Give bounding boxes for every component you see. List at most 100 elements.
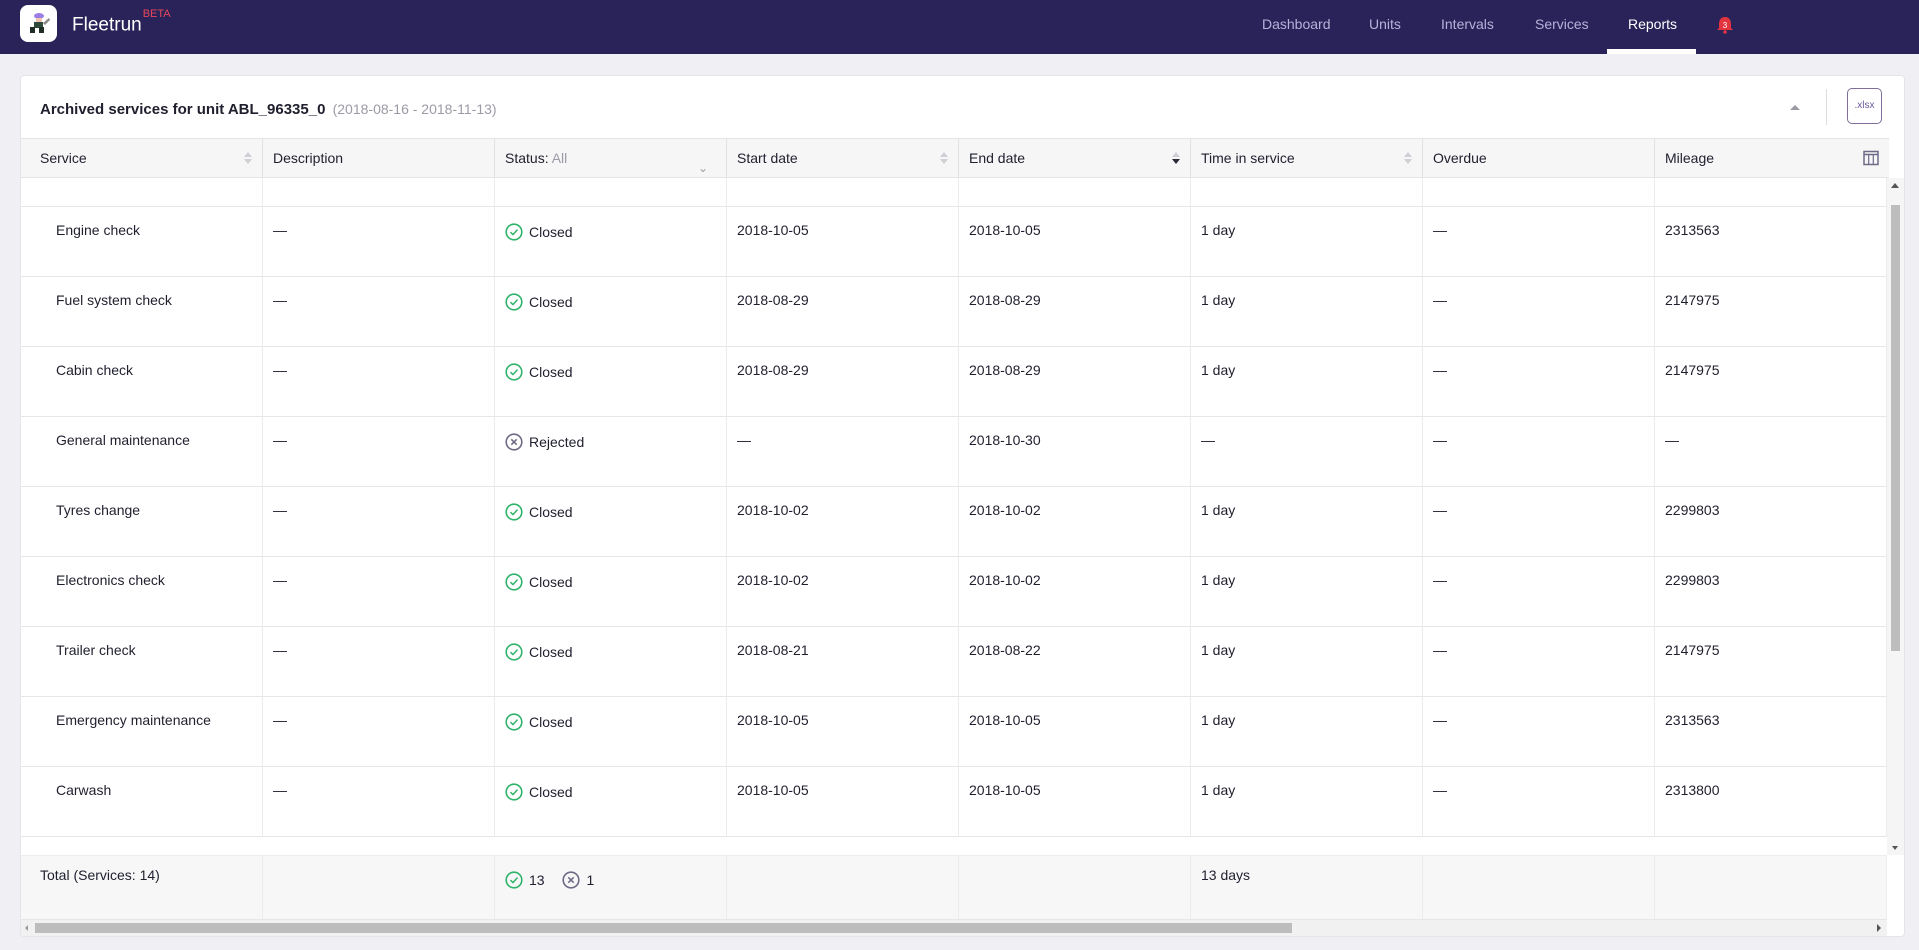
time-cell: 1 day [1191,178,1423,207]
start-cell: 2018-10-05 [727,767,959,837]
sort-icon[interactable] [1404,152,1412,166]
status-label: Rejected [529,434,585,450]
scroll-left-arrow[interactable] [25,925,28,931]
table-row[interactable]: Carwash — Closed 2018-10-05 2018-10-05 1 day —… [21,767,1887,837]
service-cell: Emergency maintenance [21,697,263,767]
column-header-end-date[interactable]: End date [959,139,1191,178]
closed-check-icon [505,503,523,521]
nav-intervals[interactable]: Intervals [1441,16,1494,32]
table-row[interactable]: Tyres change — Closed 2018-10-02 2018-10-02 1… [21,487,1887,557]
time-cell: 1 day [1191,277,1423,347]
columns-icon [1863,150,1879,166]
notifications-button[interactable]: 3 [1715,15,1735,35]
end-cell: 2018-10-02 [959,487,1191,557]
footer-start-cell [727,856,959,920]
end-value: 2018-10-05 [969,782,1041,798]
closed-check-icon [505,293,523,311]
scrollbar-thumb[interactable] [1891,205,1900,651]
table-row[interactable]: Fuel system check — Closed 2018-08-29 2018-0… [21,277,1887,347]
column-header-status[interactable]: Status: All ⌄ [495,139,727,178]
status-label: Closed [529,504,573,520]
status-filter-value[interactable]: All [552,150,568,166]
column-header-start-date[interactable]: Start date [727,139,959,178]
status-label: Closed [529,714,573,730]
scroll-right-arrow[interactable] [1877,924,1881,932]
mileage-cell: 2147975 [1655,277,1887,347]
vertical-scrollbar[interactable] [1887,178,1904,855]
scrollbar-thumb[interactable] [35,923,1292,933]
collapse-button[interactable] [1786,100,1802,116]
end-value: 2018-10-30 [969,432,1041,448]
scroll-down-arrow[interactable] [1892,846,1898,850]
sort-desc-icon[interactable] [1172,152,1180,166]
end-value: 2018-10-02 [969,572,1041,588]
description-value: — [273,432,287,448]
export-xlsx-button[interactable]: .xlsx [1847,88,1882,124]
start-cell: 2018-10-02 [727,557,959,627]
time-cell: 1 day [1191,347,1423,417]
app-logo[interactable] [20,5,57,42]
end-cell: 2018-08-29 [959,277,1191,347]
status-label: Closed [529,574,573,590]
nav-services[interactable]: Services [1535,16,1589,32]
service-cell: Trailer check [21,627,263,697]
time-value: 1 day [1201,572,1236,588]
table-row[interactable]: Electronics check — Closed 2018-10-02 2018-1… [21,557,1887,627]
status-badge: Rejected [505,433,726,451]
mileage-cell: 2313563 [1655,207,1887,277]
sort-icon[interactable] [244,152,252,166]
end-cell: 2018-08-22 [959,627,1191,697]
table-row[interactable]: Engine check — Closed 2018-10-05 2018-10-05 1… [21,207,1887,277]
service-cell: Fuel system check [21,277,263,347]
mileage-value: 2147975 [1665,642,1720,658]
time-cell: 1 day [1191,627,1423,697]
horizontal-scrollbar[interactable] [21,919,1887,936]
table-row[interactable]: Trailer check — Closed 2018-08-21 2018-08-22… [21,627,1887,697]
service-value: Carwash [56,782,112,798]
status-badge: Closed [505,783,726,801]
service-cell: Tyres change [21,487,263,557]
courier-logo-icon [30,13,50,33]
description-value: — [273,222,287,238]
description-cell: — [263,347,495,417]
column-header-service[interactable]: Service [21,139,263,178]
status-badge: Closed [505,643,726,661]
end-cell: 2018-10-05 [959,207,1191,277]
status-cell: Closed [495,277,727,347]
service-value: Trailer check [56,642,136,658]
status-cell: Rejected [495,417,727,487]
table-row[interactable]: Emergency maintenance — Closed 2018-10-05 20… [21,697,1887,767]
time-value: 1 day [1201,502,1236,518]
mileage-value: 2313563 [1665,222,1720,238]
table-footer-totals: Total (Services: 14) 13 1 13 days [21,855,1887,920]
status-badge: Closed [505,363,726,381]
nav-units[interactable]: Units [1369,16,1401,32]
table-row[interactable]: Cabin check — Closed 2018-08-29 2018-08-29 1 … [21,347,1887,417]
status-badge: Closed [505,293,726,311]
status-cell: Closed [495,207,727,277]
description-cell: — [263,557,495,627]
overdue-cell: — [1423,347,1655,417]
sort-icon[interactable] [940,152,948,166]
table-row[interactable]: General maintenance — Rejected — 2018-10-30 —… [21,417,1887,487]
time-cell: 1 day [1191,557,1423,627]
footer-description-cell [263,856,495,920]
overdue-cell: — [1423,557,1655,627]
active-tab-indicator [1607,49,1696,54]
mileage-cell: 2299803 [1655,557,1887,627]
nav-dashboard[interactable]: Dashboard [1262,16,1331,32]
scroll-up-arrow[interactable] [1891,183,1899,188]
status-cell: Closed [495,557,727,627]
description-value: — [273,292,287,308]
footer-overdue-cell [1423,856,1655,920]
table-row[interactable]: OdometerClosed2018-08-292018-08-291 day2… [21,178,1887,207]
column-settings-button[interactable] [1863,150,1879,166]
service-cell: Engine check [21,207,263,277]
time-cell: 1 day [1191,207,1423,277]
nav-reports[interactable]: Reports [1628,16,1677,32]
table-body: OdometerClosed2018-08-292018-08-291 day2… [21,178,1889,855]
description-cell: — [263,487,495,557]
column-header-time-in-service[interactable]: Time in service [1191,139,1423,178]
overdue-cell: — [1423,767,1655,837]
status-label: Closed [529,294,573,310]
